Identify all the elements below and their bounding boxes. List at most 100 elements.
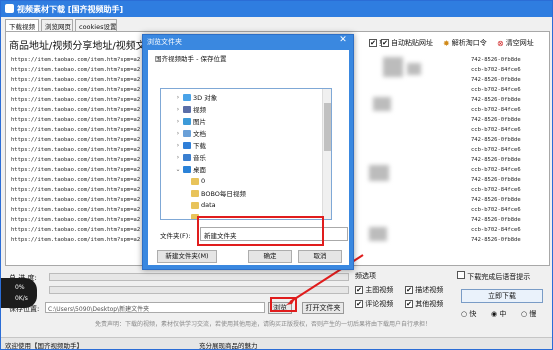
- list-item: https://item.taobao.com/item.htm?spm=a2: [11, 237, 141, 243]
- tree-scrollbar[interactable]: [322, 89, 331, 219]
- music-icon: [183, 153, 191, 161]
- blurred-region: [407, 63, 421, 75]
- list-item: https://item.taobao.com/item.htm?spm=a2: [11, 217, 141, 223]
- desc-video-label: 描述视频: [415, 286, 444, 294]
- list-item: 742-8526-0fb8de: [471, 177, 521, 183]
- expand-arrow-icon[interactable]: ›: [175, 130, 181, 137]
- tab-cookies-settings[interactable]: cookies设置: [75, 19, 117, 31]
- speed-overlay: 0% 0K/s: [1, 278, 37, 308]
- list-item: 742-8526-0fb8de: [471, 157, 521, 163]
- desc-video-checkbox[interactable]: ✔: [405, 286, 413, 294]
- main-video-checkbox[interactable]: ✔: [355, 286, 363, 294]
- tab-browse-web[interactable]: 浏览网页: [41, 19, 73, 31]
- 3d-objects-icon: [183, 93, 191, 101]
- tree-item-downloads[interactable]: › 下载: [175, 140, 206, 150]
- tree-label: 0: [201, 177, 206, 185]
- parse-icon: ✸: [443, 38, 450, 48]
- review-video-checkbox[interactable]: ✔: [355, 300, 363, 308]
- speed-slow[interactable]: ○ 慢: [521, 309, 536, 319]
- option-desc-video[interactable]: ✔ 描述视频: [405, 285, 443, 295]
- tree-label: data: [201, 201, 216, 209]
- speed-medium[interactable]: ◉ 中: [491, 309, 506, 319]
- expand-arrow-icon[interactable]: ›: [175, 154, 181, 161]
- folder-icon: [191, 201, 199, 209]
- auto-paste-toggle[interactable]: ✔ 自动粘贴网址: [381, 35, 433, 51]
- tree-item-documents[interactable]: › 文档: [175, 128, 206, 138]
- speed-slow-label: 慢: [529, 310, 537, 318]
- options-title: 频选项: [355, 272, 376, 280]
- tree-item-3d-objects[interactable]: › 3D 对象: [175, 92, 217, 102]
- list-item: https://item.taobao.com/item.htm?spm=a2: [11, 197, 141, 203]
- expand-arrow-icon[interactable]: ›: [175, 142, 181, 149]
- list-item: https://item.taobao.com/item.htm?spm=a2: [11, 117, 141, 123]
- tree-item-data[interactable]: data: [191, 200, 216, 210]
- tree-label: 音乐: [193, 154, 206, 162]
- tree-label: 图片: [193, 118, 206, 126]
- browse-highlight-box: [270, 297, 297, 312]
- list-item: ccb-b702-84fce6: [471, 87, 521, 93]
- open-folder-button[interactable]: 打开文件夹: [302, 302, 344, 314]
- list-item: https://item.taobao.com/item.htm?spm=a2: [11, 107, 141, 113]
- list-item: https://item.taobao.com/item.htm?spm=a2: [11, 127, 141, 133]
- list-item: ccb-b702-84fce6: [471, 147, 521, 153]
- list-item: https://item.taobao.com/item.htm?spm=a2: [11, 137, 141, 143]
- dialog-body: 国齐视频助手 - 保存位置 › 3D 对象 › 视频 › 图片 › 文档 › 下载 › 音乐…: [148, 50, 349, 265]
- parse-taokouling-button[interactable]: ✸ 解析淘口令: [443, 35, 487, 51]
- blurred-region: [373, 97, 391, 111]
- app-icon: [5, 4, 14, 13]
- tree-label: 视频: [193, 106, 206, 114]
- main-video-label: 主图视频: [365, 286, 394, 294]
- expand-arrow-icon[interactable]: ›: [175, 118, 181, 125]
- overlay-percent: 0%: [15, 284, 25, 291]
- dialog-description: 国齐视频助手 - 保存位置: [155, 55, 227, 63]
- cancel-button[interactable]: 取消: [298, 250, 342, 263]
- other-video-checkbox[interactable]: ✔: [405, 300, 413, 308]
- clear-urls-button[interactable]: ⊗ 清空网址: [497, 35, 534, 51]
- downloads-icon: [183, 141, 191, 149]
- collapse-arrow-icon[interactable]: ⌄: [175, 166, 181, 173]
- status-message: 充分展现商品的魅力: [199, 342, 258, 350]
- save-path-field[interactable]: C:\Users\5090\Desktop\新建文件夹: [45, 302, 265, 313]
- tree-item-music[interactable]: › 音乐: [175, 152, 206, 162]
- option-other-video[interactable]: ✔ 其他视频: [405, 299, 443, 309]
- deselect-checkbox[interactable]: ✔: [369, 39, 377, 47]
- tree-item-pictures[interactable]: › 图片: [175, 116, 206, 126]
- list-item: https://item.taobao.com/item.htm?spm=a2: [11, 97, 141, 103]
- single-progress-bar: [49, 286, 349, 294]
- tab-download-video[interactable]: 下载视频: [5, 19, 39, 31]
- list-item: 742-8526-0fb8de: [471, 97, 521, 103]
- url-list-right: 742-8526-0fb8de ccb-b702-84fce6 742-8526…: [471, 55, 546, 245]
- tree-item-desktop[interactable]: ⌄ 桌面: [175, 164, 206, 174]
- expand-arrow-icon[interactable]: ›: [175, 94, 181, 101]
- auto-paste-checkbox[interactable]: ✔: [381, 39, 389, 47]
- list-item: ccb-b702-84fce6: [471, 67, 521, 73]
- folder-tree[interactable]: › 3D 对象 › 视频 › 图片 › 文档 › 下载 › 音乐 ⌄ 桌面 0 BOBO每日视…: [160, 88, 332, 220]
- videos-icon: [183, 105, 191, 113]
- list-item: https://item.taobao.com/item.htm?spm=a2: [11, 167, 141, 173]
- voice-prompt-checkbox[interactable]: [457, 271, 465, 279]
- new-folder-button[interactable]: 新建文件夹(M): [157, 250, 217, 263]
- disclaimer: 免责声明：下载的视频，素材仅供学习交流，若使用其他用途，请购买正版授权，否则产生…: [95, 321, 432, 328]
- expand-arrow-icon[interactable]: ›: [175, 106, 181, 113]
- blurred-region: [383, 57, 403, 77]
- list-item: https://item.taobao.com/item.htm?spm=a2: [11, 207, 141, 213]
- documents-icon: [183, 129, 191, 137]
- tree-item-folder-0[interactable]: 0: [191, 176, 205, 186]
- tree-item-bobo[interactable]: BOBO每日视频: [191, 188, 246, 198]
- speed-fast[interactable]: ○ 快: [461, 309, 476, 319]
- tree-item-videos[interactable]: › 视频: [175, 104, 206, 114]
- other-video-label: 其他视频: [415, 300, 444, 308]
- status-bar: 欢迎使用【国齐视频助手】 充分展现商品的魅力: [1, 337, 552, 350]
- option-main-video[interactable]: ✔ 主图视频: [355, 285, 393, 295]
- close-icon[interactable]: ✕: [337, 36, 349, 46]
- folder-highlight-box: [197, 216, 324, 246]
- browse-folder-dialog: 浏览文件夹 ✕ 国齐视频助手 - 保存位置 › 3D 对象 › 视频 › 图片 › 文档…: [142, 34, 354, 270]
- scrollbar-thumb[interactable]: [324, 103, 331, 151]
- option-review-video[interactable]: ✔ 评论视频: [355, 299, 393, 309]
- voice-prompt-option[interactable]: 下载完成后语音提示: [457, 271, 530, 282]
- download-now-button[interactable]: 立即下载: [461, 289, 543, 303]
- title-bar[interactable]: 视频素材下载 [国齐视频助手]: [1, 1, 552, 17]
- auto-paste-label: 自动粘贴网址: [391, 39, 433, 47]
- tree-label: 下载: [193, 142, 206, 150]
- ok-button[interactable]: 确定: [248, 250, 292, 263]
